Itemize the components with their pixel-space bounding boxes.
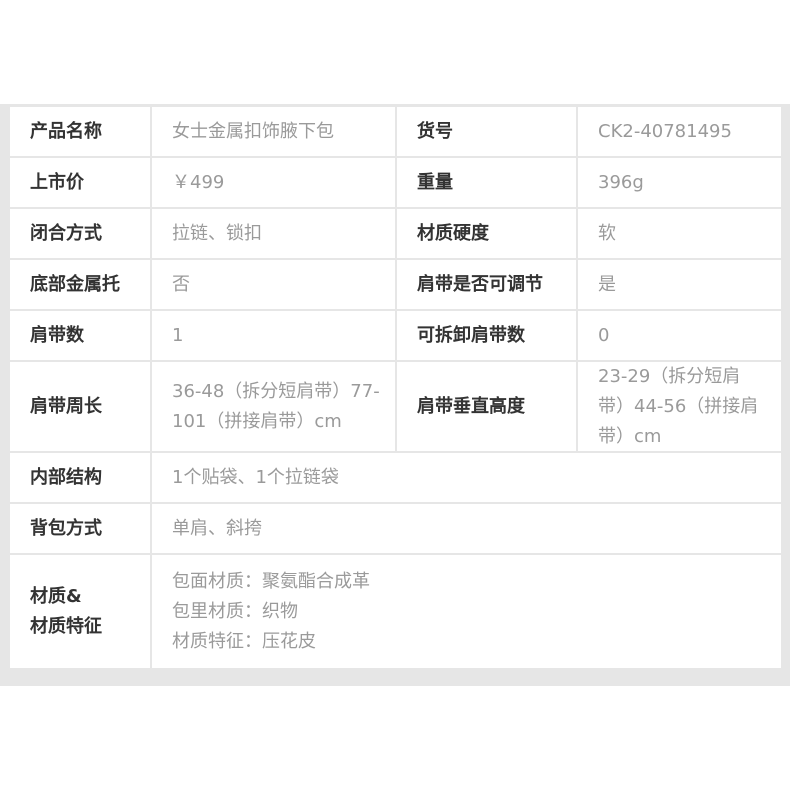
label-strap-adjustable: 肩带是否可调节 <box>397 260 576 309</box>
label-hardness: 材质硬度 <box>397 209 576 258</box>
value-strap-drop: 23-29（拆分短肩 带）44-56（拼接肩 带）cm <box>578 362 781 451</box>
label-bottom-studs: 底部金属托 <box>10 260 150 309</box>
label-strap-drop: 肩带垂直高度 <box>397 362 576 451</box>
label-item-number: 货号 <box>397 107 576 156</box>
label-carry-style: 背包方式 <box>10 504 150 553</box>
value-item-number: CK2-40781495 <box>578 107 781 156</box>
value-detachable-straps: 0 <box>578 311 781 360</box>
label-detachable-straps: 可拆卸肩带数 <box>397 311 576 360</box>
value-bottom-studs: 否 <box>152 260 395 309</box>
value-strap-count: 1 <box>152 311 395 360</box>
spec-grid: 产品名称 女士金属扣饰腋下包 货号 CK2-40781495 上市价 ￥499 … <box>10 107 781 676</box>
label-closure: 闭合方式 <box>10 209 150 258</box>
value-weight: 396g <box>578 158 781 207</box>
value-strap-length: 36-48（拆分短肩带）77- 101（拼接肩带）cm <box>152 362 395 451</box>
value-interior: 1个贴袋、1个拉链袋 <box>152 453 781 502</box>
label-strap-length: 肩带周长 <box>10 362 150 451</box>
label-list-price: 上市价 <box>10 158 150 207</box>
value-product-name: 女士金属扣饰腋下包 <box>152 107 395 156</box>
value-list-price: ￥499 <box>152 158 395 207</box>
value-strap-adjustable: 是 <box>578 260 781 309</box>
value-closure: 拉链、锁扣 <box>152 209 395 258</box>
value-hardness: 软 <box>578 209 781 258</box>
value-material: 包面材质：聚氨酯合成革 包里材质：织物 材质特征：压花皮 <box>152 555 781 668</box>
label-weight: 重量 <box>397 158 576 207</box>
label-product-name: 产品名称 <box>10 107 150 156</box>
label-strap-count: 肩带数 <box>10 311 150 360</box>
label-material: 材质& 材质特征 <box>10 555 150 668</box>
label-interior: 内部结构 <box>10 453 150 502</box>
product-spec-table: 产品名称 女士金属扣饰腋下包 货号 CK2-40781495 上市价 ￥499 … <box>0 104 790 686</box>
value-carry-style: 单肩、斜挎 <box>152 504 781 553</box>
